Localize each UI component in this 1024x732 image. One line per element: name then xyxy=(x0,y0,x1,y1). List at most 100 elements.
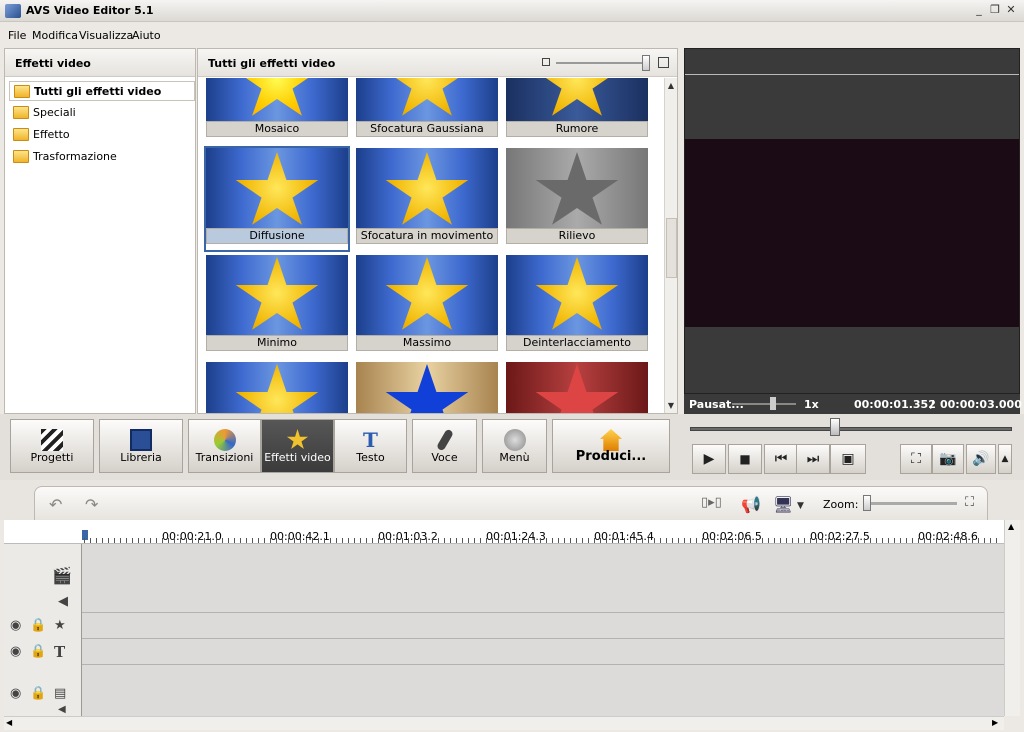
effect-preview-image xyxy=(506,362,648,413)
effects-grid: Mosaico Sfocatura Gaussiana Rumore Diffu… xyxy=(198,78,664,413)
effect-preview-image xyxy=(356,255,498,335)
split-icon[interactable]: ▯▸▯ xyxy=(701,495,722,510)
redo-icon[interactable]: ↷ xyxy=(85,495,98,514)
audio-mute-icon[interactable]: ◀ xyxy=(58,594,68,609)
effect-label: Minimo xyxy=(206,335,348,351)
current-time: 00:00:01.352 xyxy=(854,398,936,411)
clip-button[interactable]: ▣ xyxy=(830,444,866,474)
next-frame-button[interactable]: ⏭ xyxy=(796,444,830,474)
expand-arrow-icon[interactable]: ▲ xyxy=(998,444,1012,474)
title-bar: AVS Video Editor 5.1 _ ❐ ✕ xyxy=(0,0,1024,22)
ruler-marks xyxy=(84,538,1002,543)
previous-frame-button[interactable]: ⏮ xyxy=(764,444,798,474)
produci-button[interactable]: Produci... xyxy=(552,419,670,473)
voce-button[interactable]: Voce xyxy=(412,419,477,473)
effect-tile[interactable] xyxy=(206,362,348,413)
transition-icon xyxy=(213,429,236,451)
speed-slider-handle[interactable] xyxy=(770,397,776,410)
effect-mosaico[interactable]: Mosaico xyxy=(206,78,348,143)
effect-sfocatura-gaussiana[interactable]: Sfocatura Gaussiana xyxy=(356,78,498,143)
effect-tile[interactable] xyxy=(506,362,648,413)
effect-massimo[interactable]: Massimo xyxy=(356,255,498,357)
minimize-button[interactable]: _ xyxy=(973,3,985,17)
thumbnail-large-icon[interactable] xyxy=(658,57,669,68)
scroll-left-arrow-icon[interactable]: ◀ xyxy=(6,718,12,727)
thumbnail-size-slider[interactable] xyxy=(556,62,648,64)
tree-item-speciali[interactable]: Speciali xyxy=(9,103,195,123)
effect-sfocatura-movimento[interactable]: Sfocatura in movimento xyxy=(356,148,498,250)
scrollbar-thumb[interactable] xyxy=(666,218,677,278)
timeline-vertical-scrollbar[interactable]: ▲ xyxy=(1004,520,1020,716)
menu-button[interactable]: Menù xyxy=(482,419,547,473)
scroll-right-arrow-icon[interactable]: ▶ xyxy=(992,718,998,727)
chevron-down-icon[interactable]: ▼ xyxy=(797,501,804,511)
thumbnail-small-icon[interactable] xyxy=(542,58,550,66)
narration-icon[interactable]: 📢 xyxy=(741,495,761,514)
effect-preview-image xyxy=(206,148,348,228)
zoom-slider[interactable] xyxy=(869,502,957,505)
menu-visualizza[interactable]: Visualizza xyxy=(79,29,133,42)
undo-icon[interactable]: ↶ xyxy=(49,495,62,514)
testo-button[interactable]: T Testo xyxy=(334,419,407,473)
effect-preview-image xyxy=(356,78,498,121)
gallery-title: Tutti gli effetti video xyxy=(208,57,336,70)
time-separator: / xyxy=(930,398,935,411)
scroll-down-arrow-icon[interactable]: ▼ xyxy=(665,400,677,412)
libreria-button[interactable]: Libreria xyxy=(99,419,183,473)
effect-deinterlacciamento[interactable]: Deinterlacciamento xyxy=(506,255,648,357)
seek-bar-handle[interactable] xyxy=(830,418,840,436)
lock-icon[interactable]: 🔒 xyxy=(30,644,46,659)
app-icon xyxy=(5,4,21,18)
tree-item-all-effects[interactable]: Tutti gli effetti video xyxy=(9,81,195,101)
playback-speed: 1x xyxy=(804,398,819,411)
scroll-up-arrow-icon[interactable]: ▲ xyxy=(1008,522,1014,531)
scroll-up-arrow-icon[interactable]: ▲ xyxy=(665,80,677,92)
eye-icon[interactable]: ◉ xyxy=(10,644,21,659)
text-icon: T xyxy=(363,428,378,452)
transizioni-button[interactable]: Transizioni xyxy=(188,419,261,473)
preview-divider xyxy=(685,74,1019,75)
seek-bar[interactable] xyxy=(690,427,1012,431)
restore-button[interactable]: ❐ xyxy=(989,3,1001,17)
fullscreen-button[interactable]: ⛶ xyxy=(900,444,932,474)
effect-rilievo[interactable]: Rilievo xyxy=(506,148,648,250)
video-effects-star-icon xyxy=(286,429,309,450)
volume-button[interactable]: 🔊 xyxy=(966,444,996,474)
menu-aiuto[interactable]: Aiuto xyxy=(132,29,161,42)
zoom-label: Zoom: xyxy=(823,498,859,511)
effect-diffusione[interactable]: Diffusione xyxy=(204,146,350,252)
zoom-slider-handle[interactable] xyxy=(863,495,871,511)
eye-icon[interactable]: ◉ xyxy=(10,686,21,701)
progetti-button[interactable]: Progetti xyxy=(10,419,94,473)
gallery-scrollbar[interactable]: ▲ ▼ xyxy=(664,78,677,413)
effects-gallery-panel: Tutti gli effetti video Mosaico Sfocatur… xyxy=(197,48,678,414)
fit-to-window-icon[interactable]: ⛶ xyxy=(965,495,974,510)
effect-label: Sfocatura in movimento xyxy=(356,228,498,244)
effetti-video-button[interactable]: Effetti video xyxy=(261,419,334,473)
thumbnail-size-handle[interactable] xyxy=(642,55,650,71)
lock-icon[interactable]: 🔒 xyxy=(30,618,46,633)
timeline-horizontal-scrollbar[interactable]: ◀ ▶ xyxy=(4,716,1004,730)
effect-preview-image xyxy=(356,362,498,413)
effect-tile[interactable] xyxy=(356,362,498,413)
snapshot-button[interactable]: 📷 xyxy=(932,444,964,474)
effect-rumore[interactable]: Rumore xyxy=(506,78,648,143)
timeline-ruler[interactable]: 00:00:21.0 00:00:42.1 00:01:03.2 00:01:2… xyxy=(4,520,1004,544)
display-mode-icon[interactable]: 🖥 xyxy=(773,495,793,514)
overlay-track-icon: ▤ xyxy=(54,686,67,701)
tree-item-effetto[interactable]: Effetto xyxy=(9,125,195,145)
play-button[interactable]: ▶ xyxy=(692,444,726,474)
menu-file[interactable]: File xyxy=(8,29,26,42)
speed-slider[interactable] xyxy=(732,403,796,405)
close-button[interactable]: ✕ xyxy=(1005,3,1017,17)
timeline-tracks[interactable] xyxy=(4,544,1004,716)
menu-modifica[interactable]: Modifica xyxy=(32,29,78,42)
folder-icon xyxy=(13,106,29,119)
eye-icon[interactable]: ◉ xyxy=(10,618,21,633)
lock-icon[interactable]: 🔒 xyxy=(30,686,46,701)
tree-item-trasformazione[interactable]: Trasformazione xyxy=(9,147,195,167)
effect-minimo[interactable]: Minimo xyxy=(206,255,348,357)
stop-button[interactable]: ■ xyxy=(728,444,762,474)
audio-icon[interactable]: ◀ xyxy=(58,704,66,715)
effect-preview-image xyxy=(506,148,648,228)
